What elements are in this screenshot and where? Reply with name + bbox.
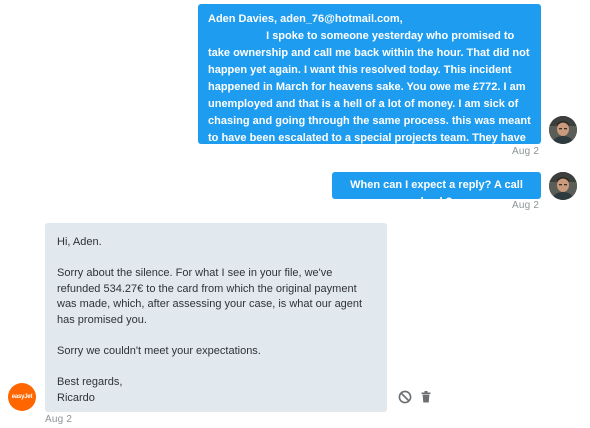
user-photo-icon (549, 172, 577, 200)
trash-icon[interactable] (419, 390, 433, 404)
incoming-message: Hi, Aden. Sorry about the silence. For w… (45, 223, 387, 412)
agent-avatar[interactable]: easyJet (8, 383, 36, 411)
user-avatar[interactable] (549, 116, 577, 144)
outgoing-message: Aden Davies, aden_76@hotmail.com, I spok… (198, 4, 541, 161)
message-timestamp: Aug 2 (512, 146, 540, 157)
easyjet-logo-icon: easyJet (11, 394, 33, 400)
conversation-thread: Aden Davies, aden_76@hotmail.com, I spok… (0, 0, 590, 428)
user-avatar[interactable] (549, 172, 577, 200)
hide-icon[interactable] (398, 390, 412, 404)
message-timestamp: Aug 2 (512, 200, 540, 211)
user-photo-icon (549, 116, 577, 144)
outgoing-message: When can I expect a reply? A call back? (332, 172, 541, 208)
message-timestamp: Aug 2 (45, 414, 73, 425)
